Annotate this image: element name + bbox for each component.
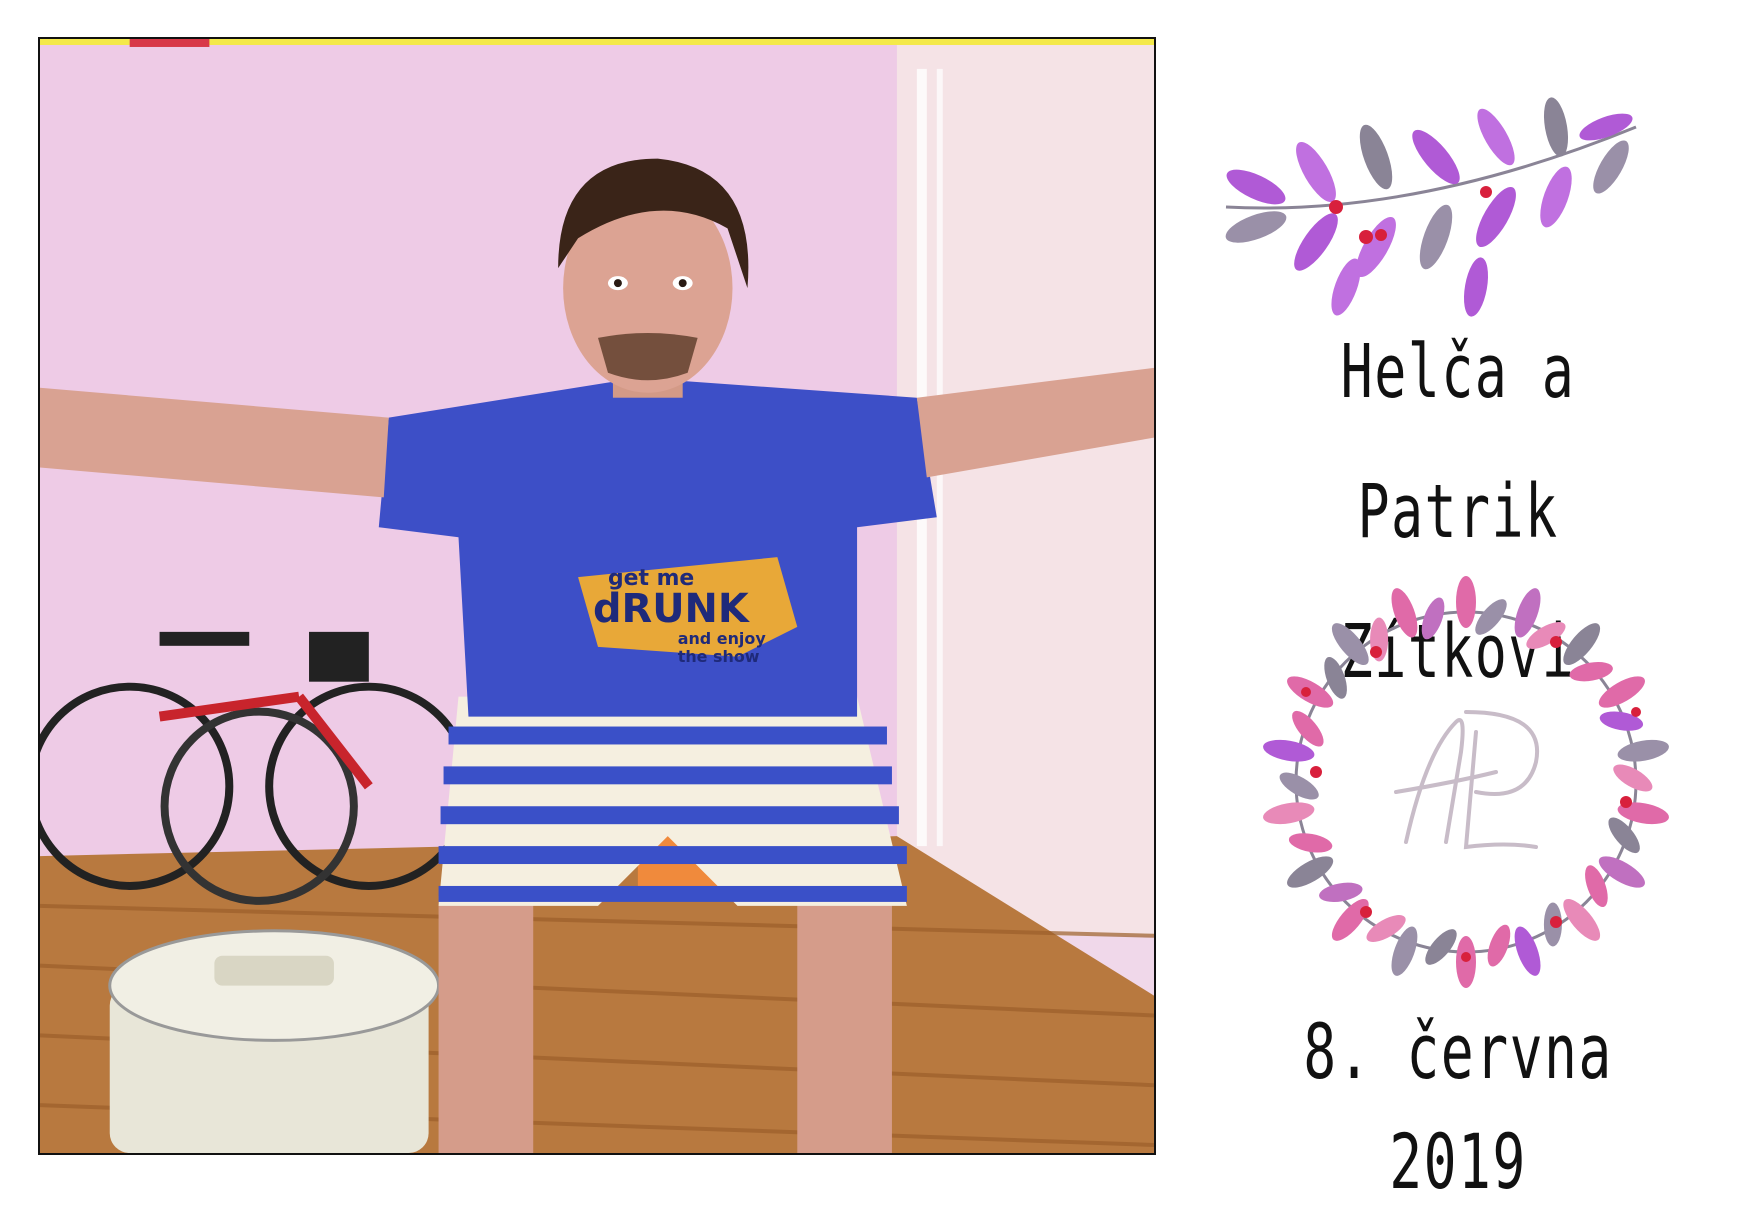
booth-photo: get me dRUNK and enjoy the show xyxy=(40,39,1154,1153)
wedding-date: 8. června 2019 xyxy=(1303,1007,1613,1206)
shirt-text-2: dRUNK xyxy=(593,586,751,632)
photo-frame: get me dRUNK and enjoy the show xyxy=(38,37,1156,1155)
invitation-card: Helča a Patrik Zítkovi 8. června 2019 xyxy=(1176,37,1740,1206)
names-line-1: Helča a Patrik xyxy=(1340,329,1576,555)
shirt-text-4: the show xyxy=(678,647,760,666)
monogram-icon xyxy=(1394,710,1540,850)
shirt-text-3: and enjoy xyxy=(678,629,767,648)
